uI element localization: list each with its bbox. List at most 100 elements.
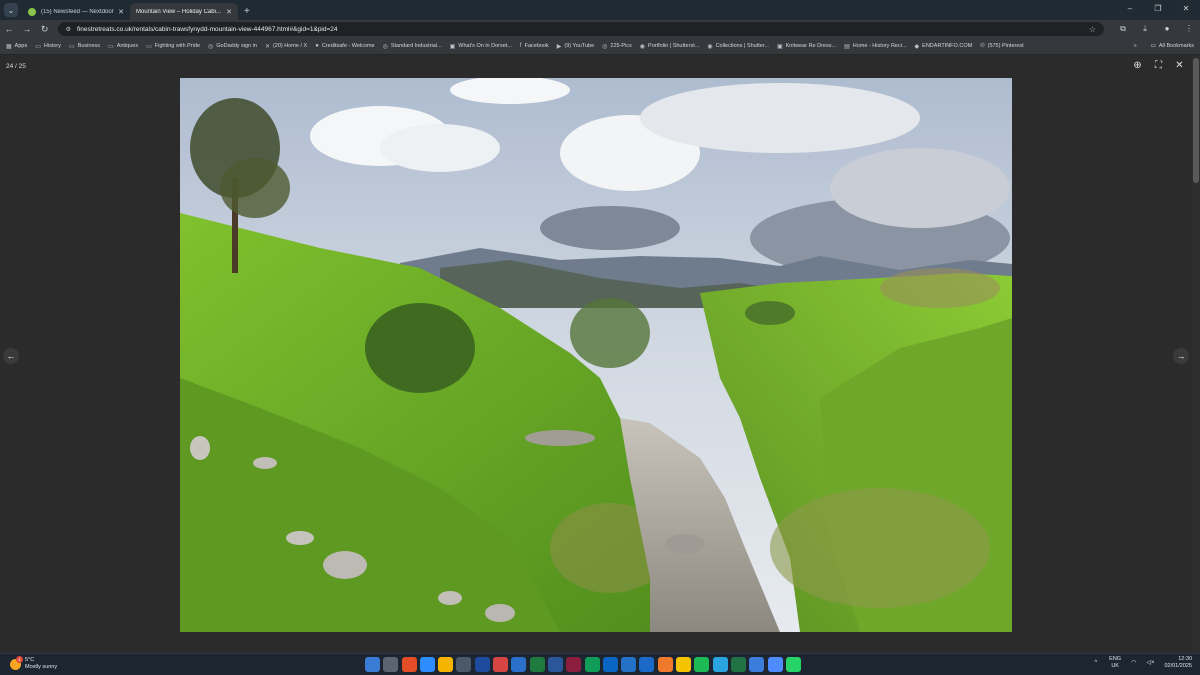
taskbar-app-icon[interactable] xyxy=(785,657,801,672)
taskbar-app-icon[interactable] xyxy=(676,657,692,672)
zoom-in-icon[interactable]: ⊕ xyxy=(1127,60,1148,71)
taskbar-app-icon[interactable] xyxy=(694,657,710,672)
bookmark-link[interactable]: ◆ ENDARTINFO.COM xyxy=(915,43,973,50)
taskbar-app-icon[interactable] xyxy=(401,657,417,672)
bookmark-link[interactable]: ◉ Collections | Shutter... xyxy=(707,43,769,50)
weather-description: Mostly sunny xyxy=(25,664,58,670)
forward-button[interactable]: → xyxy=(18,24,36,34)
taskbar-app-icon[interactable] xyxy=(584,657,600,672)
taskbar-apps xyxy=(365,657,804,672)
browser-toolbar: ← → ↻ ⚙ finestretreats.co.uk/rentals/cab… xyxy=(0,20,1200,38)
bookmark-folder[interactable]: ▭ Business xyxy=(69,43,100,50)
browser-titlebar: ⌄ (15) Newsfeed — Nextdoor ✕ Mountain Vi… xyxy=(0,0,1200,20)
restore-button[interactable]: ❐ xyxy=(1144,0,1172,18)
creditsafe-icon: ● xyxy=(315,43,319,49)
language-indicator[interactable]: ENG UK xyxy=(1109,656,1121,669)
bookmark-link[interactable]: ▣ What's On in Dorset... xyxy=(450,43,512,50)
bookmark-link[interactable]: f Facebook xyxy=(520,43,549,49)
downloads-icon[interactable]: ⤓ xyxy=(1134,24,1156,34)
bookmark-folder[interactable]: ▭ Antiques xyxy=(108,43,138,50)
taskbar-app-icon[interactable] xyxy=(474,657,490,672)
bookmark-link[interactable]: ▣ Knitwear Re Dress... xyxy=(777,43,836,50)
extensions-icon[interactable]: ⧉ xyxy=(1112,24,1134,34)
bookmark-apps[interactable]: ▦ Apps xyxy=(6,43,27,50)
weather-temperature: 5°C xyxy=(25,657,35,663)
bookmark-link[interactable]: ▶ (9) YouTube xyxy=(557,43,594,50)
page-icon: ▤ xyxy=(844,43,850,50)
taskbar-app-icon[interactable] xyxy=(657,657,673,672)
tab-mountain-view[interactable]: Mountain View – Holiday Cabi... ✕ xyxy=(130,3,238,20)
bookmark-folder[interactable]: ▭ Fighting with Pride xyxy=(146,43,200,50)
bookmarks-overflow-button[interactable]: » xyxy=(1134,43,1137,49)
bookmark-link[interactable]: ℗ (575) Pinterest xyxy=(980,43,1024,49)
new-tab-button[interactable]: + xyxy=(244,6,250,17)
system-tray: ^ ENG UK ◠ ◁× 12:30 02/01/2025 xyxy=(1094,656,1192,669)
minimize-button[interactable]: – xyxy=(1116,0,1144,18)
bookmarks-bar: ▦ Apps ▭ History ▭ Business ▭ Antiques ▭ Figh… xyxy=(0,38,1200,55)
taskbar-app-icon[interactable] xyxy=(383,657,399,672)
bookmark-link[interactable]: ● Creditsafe - Welcome xyxy=(315,43,374,49)
taskbar-app-icon[interactable] xyxy=(529,657,545,672)
fullscreen-icon[interactable]: ⛶ xyxy=(1148,60,1169,71)
landscape-image xyxy=(180,78,1012,632)
clock[interactable]: 12:30 02/01/2025 xyxy=(1164,656,1192,669)
reload-button[interactable]: ↻ xyxy=(36,24,54,35)
bookmark-star-icon[interactable]: ☆ xyxy=(1089,25,1096,34)
bookmark-link[interactable]: ◎ 225-Pics xyxy=(602,43,632,50)
bookmark-link[interactable]: ◉ Portfolio | Shutterst... xyxy=(640,43,700,50)
tab-search-button[interactable]: ⌄ xyxy=(4,3,18,17)
youtube-icon: ▶ xyxy=(556,43,562,50)
close-icon[interactable]: ✕ xyxy=(1169,60,1190,71)
wifi-icon[interactable]: ◠ xyxy=(1131,659,1136,666)
taskbar-app-icon[interactable] xyxy=(511,657,527,672)
taskbar-app-icon[interactable] xyxy=(365,657,380,672)
tab-close-icon[interactable]: ✕ xyxy=(118,8,124,16)
apps-grid-icon: ▦ xyxy=(6,43,12,50)
taskbar-app-icon[interactable] xyxy=(456,657,472,672)
tab-title: (15) Newsfeed — Nextdoor xyxy=(41,8,114,15)
profile-avatar-icon[interactable]: ● xyxy=(1156,24,1178,34)
back-button[interactable]: ← xyxy=(0,24,18,34)
next-image-button[interactable]: → xyxy=(1173,348,1189,364)
notification-badge: 1 xyxy=(16,655,23,663)
volume-icon[interactable]: ◁× xyxy=(1146,659,1154,666)
tray-overflow-button[interactable]: ^ xyxy=(1094,660,1097,666)
taskbar-app-icon[interactable] xyxy=(639,657,655,672)
folder-icon: ▭ xyxy=(1150,43,1156,49)
previous-image-button[interactable]: ← xyxy=(3,348,19,364)
page-icon: ▣ xyxy=(776,43,783,50)
taskbar-app-icon[interactable] xyxy=(419,657,435,672)
all-bookmarks-button[interactable]: » ▭ All Bookmarks xyxy=(1129,38,1194,54)
lightbox-stage: ← → xyxy=(0,78,1192,653)
taskbar-app-icon[interactable] xyxy=(602,657,618,672)
taskbar-app-icon[interactable] xyxy=(621,657,637,672)
page-scrollbar[interactable] xyxy=(1192,56,1200,653)
taskbar-app-icon[interactable] xyxy=(547,657,563,672)
tab-close-icon[interactable]: ✕ xyxy=(226,8,232,16)
taskbar-app-icon[interactable] xyxy=(767,657,783,672)
bookmark-link[interactable]: ◎ Standard Industrial... xyxy=(383,43,442,50)
folder-icon: ▭ xyxy=(35,43,41,50)
globe-icon: ◎ xyxy=(382,43,388,50)
taskbar-app-icon[interactable] xyxy=(730,657,746,672)
folder-icon: ▭ xyxy=(108,43,114,50)
scrollbar-thumb[interactable] xyxy=(1193,58,1199,183)
tab-nextdoor[interactable]: (15) Newsfeed — Nextdoor ✕ xyxy=(22,3,130,20)
taskbar-app-icon[interactable] xyxy=(493,657,509,672)
window-controls: – ❐ ✕ xyxy=(1116,0,1200,18)
address-bar[interactable]: ⚙ finestretreats.co.uk/rentals/cabin-tra… xyxy=(57,22,1105,36)
taskbar-app-icon[interactable] xyxy=(749,657,765,672)
close-window-button[interactable]: ✕ xyxy=(1172,0,1200,18)
browser-menu-icon[interactable]: ⋮ xyxy=(1178,24,1200,34)
bookmark-link[interactable]: ▤ Home - History Reci... xyxy=(844,43,906,50)
site-info-icon[interactable]: ⚙ xyxy=(66,26,71,33)
globe-icon: ◎ xyxy=(602,43,608,50)
bookmark-folder[interactable]: ▭ History xyxy=(35,43,61,50)
taskbar-app-icon[interactable] xyxy=(566,657,582,672)
bookmark-link[interactable]: ✕ (20) Home / X xyxy=(265,43,307,50)
bookmark-link[interactable]: ◎ GoDaddy sign in xyxy=(208,43,257,50)
taskbar-app-icon[interactable] xyxy=(712,657,728,672)
weather-widget[interactable]: 1 5°C Mostly sunny xyxy=(10,655,58,671)
taskbar-app-icon[interactable] xyxy=(438,657,454,672)
pinterest-icon: ℗ xyxy=(980,43,985,49)
